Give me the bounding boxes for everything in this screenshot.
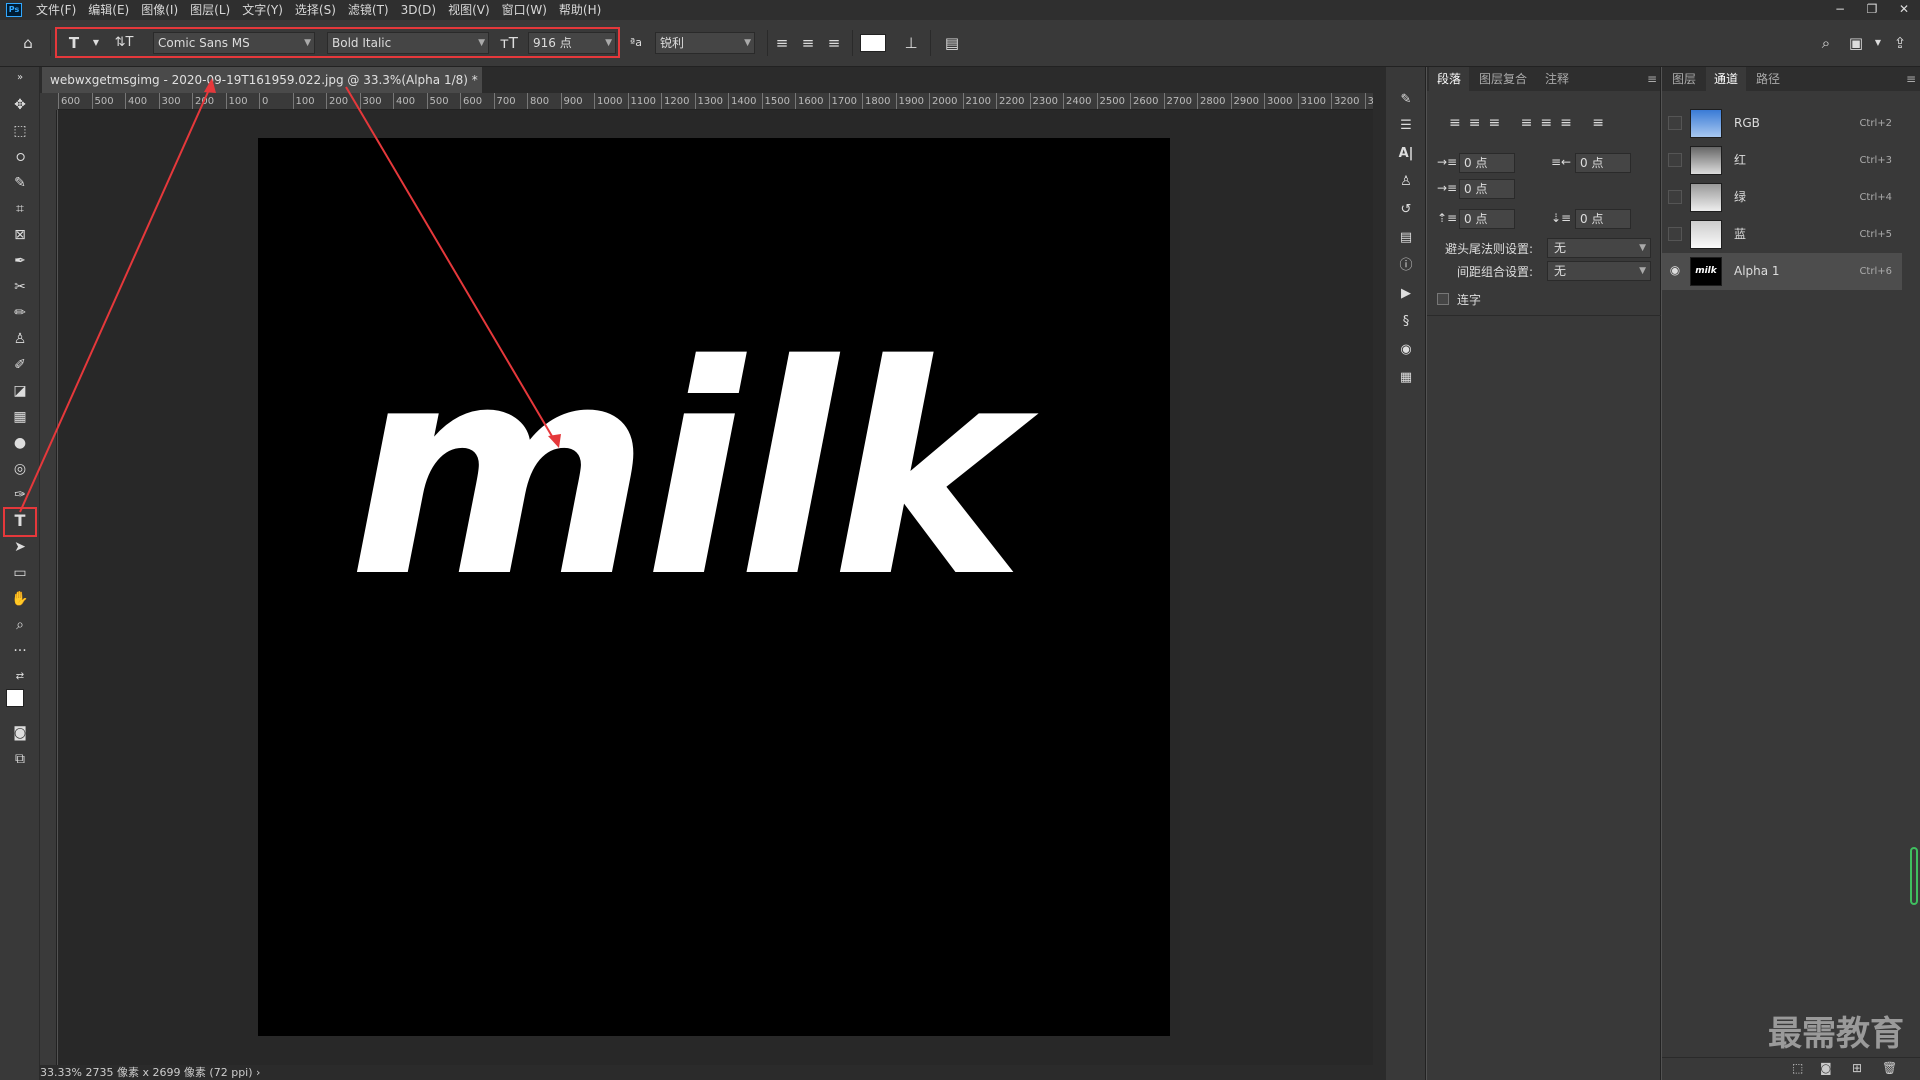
visibility-toggle[interactable] bbox=[1668, 116, 1682, 130]
history-icon[interactable]: ↺ bbox=[1394, 199, 1418, 221]
channel-name: RGB bbox=[1734, 116, 1760, 130]
paragraph-panel-tabs: 段落 图层复合 注释 ≡ bbox=[1427, 67, 1660, 91]
channel-shortcut: Ctrl+6 bbox=[1859, 266, 1892, 277]
tab-notes[interactable]: 注释 bbox=[1537, 67, 1577, 91]
channel-name: Alpha 1 bbox=[1734, 264, 1780, 278]
arrow-line-tool-to-options bbox=[19, 82, 213, 513]
channel-shortcut: Ctrl+3 bbox=[1859, 155, 1892, 166]
arrow-line-to-canvas bbox=[345, 86, 557, 444]
paths-icon[interactable]: § bbox=[1394, 311, 1418, 333]
channel-name: 绿 bbox=[1734, 190, 1747, 204]
paragraph-panel: 段落 图层复合 注释 ≡ ≡≡≡ ≡≡≡ ≡ →≡ 0 点 ≡← 0 点 →≡ … bbox=[1427, 67, 1661, 1080]
trash-icon[interactable]: 🗑 bbox=[1882, 1061, 1897, 1075]
info-icon[interactable]: ⓘ bbox=[1394, 255, 1418, 277]
channel-row-red[interactable]: 红 Ctrl+3 bbox=[1662, 142, 1902, 179]
watermark-text: 最需教育 bbox=[1768, 1014, 1904, 1054]
tab-layers[interactable]: 图层 bbox=[1664, 67, 1704, 91]
mojikumi-select[interactable]: 无 ▼ bbox=[1547, 261, 1651, 281]
zoom-level[interactable]: 33.33% bbox=[40, 1066, 82, 1079]
channel-name: 红 bbox=[1734, 153, 1747, 167]
channel-thumbnail bbox=[1690, 146, 1722, 175]
channel-name: 蓝 bbox=[1734, 227, 1747, 241]
channel-row-blue[interactable]: 蓝 Ctrl+5 bbox=[1662, 216, 1902, 253]
channel-thumbnail: milk bbox=[1690, 257, 1722, 286]
scrollbar-handle[interactable] bbox=[1910, 847, 1918, 905]
table-icon[interactable]: ▦ bbox=[1394, 367, 1418, 389]
status-bar: 33.33% 2735 像素 x 2699 像素 (72 ppi) › bbox=[40, 1065, 1373, 1080]
properties-icon[interactable]: ▤ bbox=[1394, 227, 1418, 249]
arrowhead-canvas bbox=[548, 434, 561, 448]
visibility-toggle[interactable] bbox=[1668, 190, 1682, 204]
indent-right-input[interactable]: 0 点 bbox=[1575, 153, 1631, 173]
clone-source-icon[interactable]: ♙ bbox=[1394, 171, 1418, 193]
channel-row-green[interactable]: 绿 Ctrl+4 bbox=[1662, 179, 1902, 216]
indent-right-icon: ≡← bbox=[1551, 155, 1572, 169]
channels-panel: 图层 通道 路径 ≡ RGB Ctrl+2 红 Ctrl+3 绿 Ctrl+4 … bbox=[1662, 67, 1920, 1080]
indent-left-input[interactable]: 0 点 bbox=[1459, 153, 1515, 173]
indent-first-input[interactable]: 0 点 bbox=[1459, 179, 1515, 199]
kinsoku-value: 无 bbox=[1554, 241, 1567, 255]
channel-row-rgb[interactable]: RGB Ctrl+2 bbox=[1662, 105, 1902, 142]
tab-layer-comps[interactable]: 图层复合 bbox=[1471, 67, 1535, 91]
panel-menu-icon[interactable]: ≡ bbox=[1898, 67, 1920, 91]
space-before-icon: ⇡≡ bbox=[1437, 211, 1458, 225]
adjustments-icon[interactable]: ☰ bbox=[1394, 115, 1418, 137]
space-before-input[interactable]: 0 点 bbox=[1459, 209, 1515, 229]
new-channel-icon[interactable]: ⊞ bbox=[1852, 1061, 1862, 1075]
space-after-input[interactable]: 0 点 bbox=[1575, 209, 1631, 229]
mojikumi-value: 无 bbox=[1554, 264, 1567, 278]
channel-shortcut: Ctrl+5 bbox=[1859, 229, 1892, 240]
hyphenate-label: 连字 bbox=[1457, 293, 1482, 307]
channel-thumbnail bbox=[1690, 109, 1722, 138]
channels-panel-tabs: 图层 通道 路径 ≡ bbox=[1662, 67, 1920, 91]
channel-shortcut: Ctrl+2 bbox=[1859, 118, 1892, 129]
chevron-down-icon: ▼ bbox=[1639, 266, 1646, 276]
panel-dock-strip bbox=[1373, 67, 1386, 1080]
chevron-down-icon: ▼ bbox=[1639, 243, 1646, 253]
brush-settings-icon[interactable]: ✎ bbox=[1394, 89, 1418, 111]
collapsed-panels-column: ✎ ☰ A| ♙ ↺ ▤ ⓘ ▶ § ◉ ▦ bbox=[1386, 67, 1426, 1080]
actions-icon[interactable]: ▶ bbox=[1394, 283, 1418, 305]
tab-paths[interactable]: 路径 bbox=[1748, 67, 1788, 91]
channel-shortcut: Ctrl+4 bbox=[1859, 192, 1892, 203]
tab-channels[interactable]: 通道 bbox=[1706, 67, 1747, 91]
channels-footer: ⬚ ◙ ⊞ 🗑 bbox=[1662, 1057, 1920, 1080]
tab-paragraph[interactable]: 段落 bbox=[1429, 67, 1470, 91]
eye-icon[interactable]: ◉ bbox=[1668, 264, 1682, 278]
chevron-right-icon[interactable]: › bbox=[256, 1066, 260, 1079]
kinsoku-select[interactable]: 无 ▼ bbox=[1547, 238, 1651, 258]
character-icon[interactable]: A| bbox=[1394, 143, 1418, 165]
alignment-buttons[interactable]: ≡≡≡ ≡≡≡ ≡ bbox=[1449, 115, 1612, 131]
save-selection-icon[interactable]: ◙ bbox=[1820, 1061, 1832, 1075]
channel-thumbnail bbox=[1690, 220, 1722, 249]
indent-first-icon: →≡ bbox=[1437, 181, 1458, 195]
document-size-info[interactable]: 2735 像素 x 2699 像素 (72 ppi) bbox=[85, 1066, 252, 1079]
divider bbox=[1427, 315, 1661, 316]
swatches-icon[interactable]: ◉ bbox=[1394, 339, 1418, 361]
channel-row-alpha1[interactable]: ◉ milk Alpha 1 Ctrl+6 bbox=[1662, 253, 1902, 290]
visibility-toggle[interactable] bbox=[1668, 227, 1682, 241]
mojikumi-label: 间距组合设置: bbox=[1457, 265, 1534, 279]
hyphenate-checkbox[interactable] bbox=[1437, 293, 1449, 305]
channel-thumbnail bbox=[1690, 183, 1722, 212]
indent-left-icon: →≡ bbox=[1437, 155, 1458, 169]
load-selection-icon[interactable]: ⬚ bbox=[1792, 1061, 1803, 1075]
visibility-toggle[interactable] bbox=[1668, 153, 1682, 167]
kinsoku-label: 避头尾法则设置: bbox=[1445, 242, 1534, 256]
space-after-icon: ⇣≡ bbox=[1551, 211, 1572, 225]
arrowhead-options bbox=[204, 78, 216, 93]
